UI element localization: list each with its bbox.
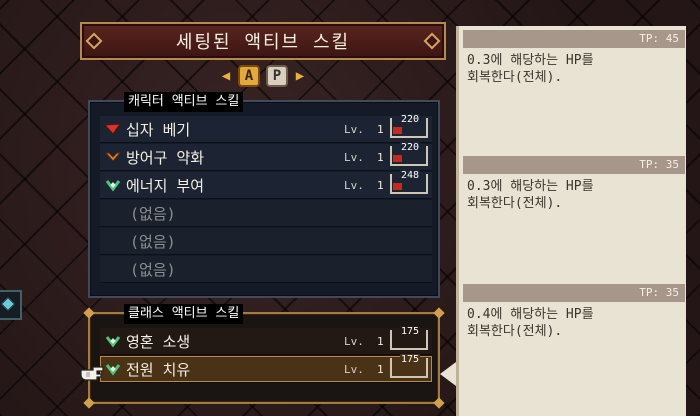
tp-cost-label: TP: 35 (639, 286, 679, 299)
skill-name: 영혼 소생 (126, 332, 191, 351)
level-value: 1 (377, 178, 384, 192)
side-menu-tab[interactable] (0, 290, 22, 320)
class-skill-list: 영혼 소생 Lv. 1 175 전원 치유 Lv. 1 175 (100, 326, 432, 384)
tp-value: 175 (400, 326, 421, 337)
ornament-left-icon (85, 32, 103, 50)
corner-ornament-icon (433, 307, 445, 319)
green-heal-icon (102, 174, 124, 196)
description-header: TP: 35 (463, 284, 685, 302)
pointing-hand-cursor-icon (80, 366, 104, 381)
corner-ornament-icon (433, 397, 445, 409)
tp-gauge-fill (393, 127, 402, 134)
red-slash-icon (102, 118, 124, 140)
tp-value: 220 (400, 114, 421, 125)
description-header: TP: 45 (463, 30, 685, 48)
tp-gauge: 248 (390, 170, 428, 194)
orange-chevron-icon (102, 146, 124, 168)
skill-row[interactable]: 방어구 약화 Lv. 1 220 (100, 142, 432, 171)
skill-row[interactable]: 에너지 부여 Lv. 1 248 (100, 170, 432, 199)
skill-row[interactable]: 영혼 소생 Lv. 1 175 (100, 326, 432, 355)
tp-cost-label: TP: 45 (639, 32, 679, 45)
tab-active-skills[interactable]: A (238, 65, 260, 87)
skill-name: (없음) (130, 204, 176, 223)
diamond-gem-icon (0, 296, 16, 312)
tp-gauge: 175 (390, 354, 428, 378)
corner-ornament-icon (83, 397, 95, 409)
class-skill-label: 클래스 액티브 스킬 (124, 304, 244, 324)
description-text: 0.4에 해당하는 HP를 회복한다(전체). (467, 307, 594, 339)
level-label: Lv. (344, 122, 364, 136)
skill-description-panel: TP: 45 0.3에 해당하는 HP를 회복한다(전체). TP: 35 0.… (456, 26, 686, 416)
empty-skill-slot[interactable]: (없음) (100, 228, 432, 255)
empty-skill-slot[interactable]: (없음) (100, 200, 432, 227)
skill-name: 십자 베기 (126, 120, 191, 139)
level-label: Lv. (344, 178, 364, 192)
title-banner: 세팅된 액티브 스킬 (80, 22, 446, 60)
page-title: 세팅된 액티브 스킬 (175, 32, 351, 53)
tp-gauge: 220 (390, 142, 428, 166)
character-skill-panel: 캐릭터 액티브 스킬 십자 베기 Lv. 1 220 방어구 약화 Lv. 1 220 에너지 … (88, 92, 440, 298)
skill-name: 전원 치유 (126, 360, 191, 379)
tp-gauge: 175 (390, 326, 428, 350)
tab-next-arrow-icon[interactable]: ▶ (294, 68, 306, 84)
description-text: 0.3에 해당하는 HP를 회복한다(전체). (467, 179, 594, 211)
green-heal-icon (102, 330, 124, 352)
tp-value: 220 (400, 142, 421, 153)
skill-row[interactable]: 십자 베기 Lv. 1 220 (100, 114, 432, 143)
tp-gauge-fill (393, 183, 402, 190)
tp-value: 175 (400, 354, 421, 365)
description-pointer-icon (440, 362, 456, 386)
corner-ornament-icon (83, 307, 95, 319)
skill-row[interactable]: 전원 치유 Lv. 1 175 (100, 354, 432, 383)
description-text: 0.3에 해당하는 HP를 회복한다(전체). (467, 53, 594, 85)
ornament-right-icon (423, 32, 441, 50)
description-entry: TP: 35 0.4에 해당하는 HP를 회복한다(전체). (463, 284, 685, 344)
skill-name: (없음) (130, 232, 176, 251)
skill-name: 에너지 부여 (126, 176, 205, 195)
level-value: 1 (377, 362, 384, 376)
level-label: Lv. (344, 334, 364, 348)
tp-value: 248 (400, 170, 421, 181)
level-value: 1 (377, 334, 384, 348)
class-skill-panel: 클래스 액티브 스킬 영혼 소생 Lv. 1 175 전원 치유 Lv. 1 175 (83, 304, 445, 409)
tp-gauge-fill (393, 155, 402, 162)
skill-name: 방어구 약화 (126, 148, 205, 167)
level-label: Lv. (344, 362, 364, 376)
character-skill-label: 캐릭터 액티브 스킬 (124, 92, 244, 112)
description-header: TP: 35 (463, 156, 685, 174)
description-entry: TP: 45 0.3에 해당하는 HP를 회복한다(전체). (463, 30, 685, 90)
description-entry: TP: 35 0.3에 해당하는 HP를 회복한다(전체). (463, 156, 685, 216)
tp-gauge: 220 (390, 114, 428, 138)
tp-cost-label: TP: 35 (639, 158, 679, 171)
tab-passive-skills[interactable]: P (266, 65, 288, 87)
tab-prev-arrow-icon[interactable]: ◀ (220, 68, 232, 84)
character-skill-list: 십자 베기 Lv. 1 220 방어구 약화 Lv. 1 220 에너지 부여 Lv. 1 248 (없… (100, 114, 432, 284)
level-value: 1 (377, 150, 384, 164)
level-label: Lv. (344, 150, 364, 164)
skill-type-tabs: ◀ A P ▶ (220, 64, 306, 88)
level-value: 1 (377, 122, 384, 136)
empty-skill-slot[interactable]: (없음) (100, 256, 432, 283)
skill-name: (없음) (130, 260, 176, 279)
